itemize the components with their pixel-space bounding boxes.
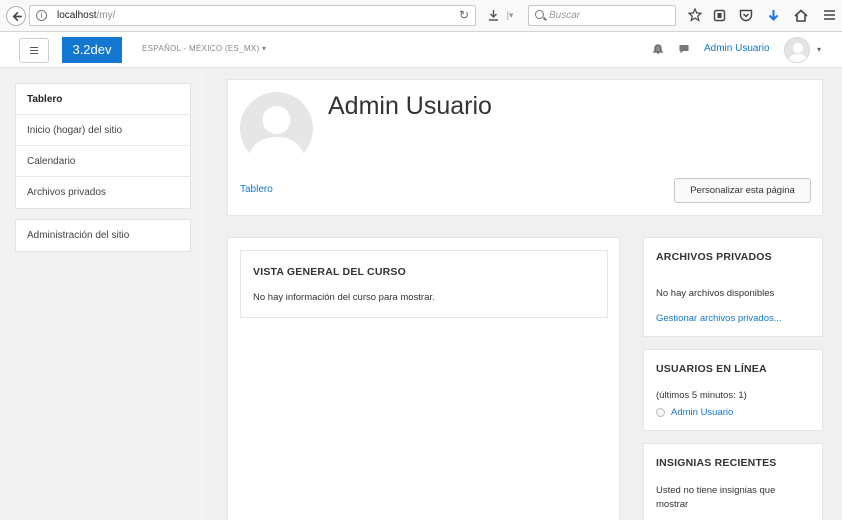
nav-item-site-administration[interactable]: Administración del sitio xyxy=(16,220,190,251)
nav-drawer: Tablero Inicio (hogar) del sitio Calenda… xyxy=(0,69,206,520)
drawer-toggle-button[interactable] xyxy=(19,38,49,63)
course-overview-empty-text: No hay información del curso para mostra… xyxy=(253,292,435,303)
online-users-title: USUARIOS EN LÍNEA xyxy=(656,363,767,375)
secondary-nav: Administración del sitio xyxy=(15,219,191,252)
breadcrumb-dashboard[interactable]: Tablero xyxy=(240,184,273,195)
site-navbar: 3.2dev ESPAÑOL - MÉXICO (ES_MX) ▾ Admin … xyxy=(0,32,842,68)
messages-icon[interactable] xyxy=(677,42,691,56)
search-icon xyxy=(535,10,544,19)
course-overview-title: VISTA GENERAL DEL CURSO xyxy=(253,266,406,278)
download-dropdown-icon[interactable]: |▾ xyxy=(504,6,516,24)
browser-search-input[interactable]: Buscar xyxy=(528,5,676,26)
manage-private-files-link[interactable]: Gestionar archivos privados... xyxy=(656,313,782,324)
profile-picture[interactable] xyxy=(240,92,313,165)
primary-nav: Tablero Inicio (hogar) del sitio Calenda… xyxy=(15,83,191,209)
info-icon[interactable]: i xyxy=(36,10,47,21)
online-users-block: USUARIOS EN LÍNEA (últimos 5 minutos: 1)… xyxy=(643,349,823,431)
arrow-left-icon xyxy=(12,11,22,21)
course-overview-block: VISTA GENERAL DEL CURSO No hay informaci… xyxy=(240,250,608,318)
recent-badges-title: INSIGNIAS RECIENTES xyxy=(656,457,777,469)
browser-toolbar: i localhost/my/ ↻ |▾ Buscar xyxy=(0,0,842,32)
notifications-icon[interactable] xyxy=(651,42,665,56)
url-text: localhost/my/ xyxy=(57,10,115,21)
nav-item-dashboard[interactable]: Tablero xyxy=(16,84,190,115)
address-bar[interactable]: i localhost/my/ ↻ xyxy=(29,5,476,26)
user-menu-name[interactable]: Admin Usuario xyxy=(704,43,770,54)
content-region: VISTA GENERAL DEL CURSO No hay informaci… xyxy=(227,237,620,520)
page-header: Admin Usuario Tablero Personalizar esta … xyxy=(227,79,823,216)
private-files-title: ARCHIVOS PRIVADOS xyxy=(656,251,772,263)
customize-page-button[interactable]: Personalizar esta página xyxy=(674,178,811,203)
library-icon[interactable] xyxy=(710,6,728,24)
site-brand[interactable]: 3.2dev xyxy=(62,37,122,63)
nav-item-calendar[interactable]: Calendario xyxy=(16,146,190,177)
pocket-icon[interactable] xyxy=(737,6,755,24)
language-menu[interactable]: ESPAÑOL - MÉXICO (ES_MX) ▾ xyxy=(142,44,266,53)
online-user-item[interactable]: Admin Usuario xyxy=(656,407,733,418)
private-files-empty-text: No hay archivos disponibles xyxy=(656,288,775,299)
recent-badges-empty-text: Usted no tiene insignias que mostrar xyxy=(656,485,776,510)
user-avatar-icon xyxy=(656,408,665,417)
recent-badges-block: INSIGNIAS RECIENTES Usted no tiene insig… xyxy=(643,443,823,520)
back-button[interactable] xyxy=(6,6,26,26)
page-title: Admin Usuario xyxy=(328,92,492,120)
online-user-name: Admin Usuario xyxy=(671,407,734,418)
url-path: /my/ xyxy=(96,10,116,21)
menu-icon[interactable] xyxy=(820,6,838,24)
download-arrow-icon[interactable] xyxy=(764,6,782,24)
nav-item-site-home[interactable]: Inicio (hogar) del sitio xyxy=(16,115,190,146)
user-avatar[interactable] xyxy=(784,37,810,63)
home-icon[interactable] xyxy=(792,6,810,24)
online-users-count: (últimos 5 minutos: 1) xyxy=(656,390,747,401)
reload-icon[interactable]: ↻ xyxy=(459,8,469,22)
url-host: localhost xyxy=(57,10,97,21)
search-placeholder: Buscar xyxy=(549,10,581,21)
private-files-block: ARCHIVOS PRIVADOS No hay archivos dispon… xyxy=(643,237,823,337)
nav-item-private-files[interactable]: Archivos privados xyxy=(16,177,190,208)
bookmark-star-icon[interactable] xyxy=(686,6,704,24)
user-menu-caret-icon[interactable]: ▾ xyxy=(817,45,821,54)
download-icon[interactable] xyxy=(484,6,502,24)
